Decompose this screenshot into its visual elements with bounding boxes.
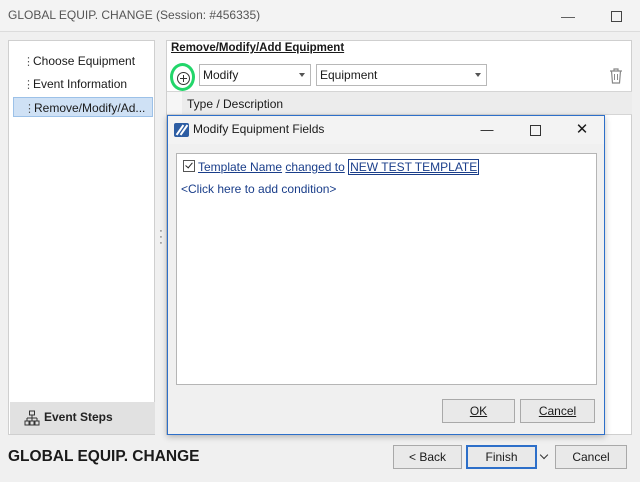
trash-icon[interactable] bbox=[609, 68, 623, 84]
condition-checkbox[interactable] bbox=[183, 160, 195, 172]
condition-operator-link[interactable]: changed to bbox=[285, 160, 344, 174]
target-dropdown-value: Equipment bbox=[320, 68, 378, 82]
grid-row-header bbox=[167, 91, 182, 115]
drag-handle-icon: ⋮ bbox=[24, 103, 35, 115]
ok-button[interactable]: OK bbox=[442, 399, 515, 423]
action-dropdown[interactable]: Modify bbox=[199, 64, 311, 86]
condition-row: Template Name changed to NEW TEST TEMPLA… bbox=[183, 159, 480, 175]
dialog-title-bar: Modify Equipment Fields — ✕ bbox=[168, 116, 604, 144]
step-label: Remove/Modify/Ad... bbox=[34, 101, 146, 115]
event-steps-footer[interactable]: Event Steps bbox=[10, 402, 155, 434]
column-header-type-description[interactable]: Type / Description bbox=[187, 97, 283, 111]
drag-handle-icon: ⋮ bbox=[23, 56, 34, 68]
cancel-button[interactable]: Cancel bbox=[555, 445, 627, 469]
ok-button-label: OK bbox=[469, 404, 488, 418]
conditions-area: Template Name changed to NEW TEST TEMPLA… bbox=[176, 153, 597, 385]
finish-options-button[interactable] bbox=[537, 445, 553, 469]
dialog-title: Modify Equipment Fields bbox=[193, 122, 325, 136]
hierarchy-icon bbox=[24, 410, 40, 426]
condition-field-link[interactable]: Template Name bbox=[198, 160, 282, 174]
drag-handle-icon: ⋮ bbox=[23, 79, 34, 91]
dialog-cancel-button[interactable]: Cancel bbox=[520, 399, 595, 423]
condition-value-link[interactable]: NEW TEST TEMPLATE bbox=[348, 159, 480, 175]
steps-panel: ⋮Choose Equipment ⋮Event Information ⋮Re… bbox=[8, 40, 155, 435]
cancel-button-label: Cancel bbox=[538, 404, 577, 418]
maximize-icon[interactable] bbox=[603, 6, 629, 26]
step-label: Event Information bbox=[33, 77, 128, 91]
chevron-down-icon bbox=[299, 73, 305, 77]
minimize-icon[interactable]: — bbox=[475, 120, 499, 140]
back-button[interactable]: < Back bbox=[393, 445, 462, 469]
modify-equipment-fields-dialog: Modify Equipment Fields — ✕ Template Nam… bbox=[167, 115, 605, 435]
target-dropdown[interactable]: Equipment bbox=[316, 64, 487, 86]
chevron-down-icon bbox=[475, 73, 481, 77]
app-logo-icon bbox=[174, 123, 189, 137]
step-label: Choose Equipment bbox=[33, 54, 136, 68]
step-choose-equipment[interactable]: ⋮Choose Equipment bbox=[13, 51, 153, 71]
add-condition-link[interactable]: <Click here to add condition> bbox=[181, 182, 336, 196]
step-event-information[interactable]: ⋮Event Information bbox=[13, 74, 153, 94]
event-steps-label: Event Steps bbox=[44, 410, 113, 424]
step-remove-modify-add[interactable]: ⋮Remove/Modify/Ad... bbox=[13, 97, 153, 117]
chevron-down-icon bbox=[539, 450, 549, 460]
maximize-icon[interactable] bbox=[523, 120, 547, 140]
wizard-title: GLOBAL EQUIP. CHANGE bbox=[8, 448, 200, 465]
section-title: Remove/Modify/Add Equipment bbox=[171, 42, 345, 54]
splitter-handle[interactable]: · · · bbox=[159, 226, 163, 249]
close-icon[interactable]: ✕ bbox=[570, 120, 594, 140]
action-dropdown-value: Modify bbox=[203, 68, 239, 82]
add-button[interactable] bbox=[170, 63, 195, 91]
finish-button[interactable]: Finish bbox=[466, 445, 537, 469]
grid-header: Type / Description bbox=[182, 91, 632, 115]
window-title: GLOBAL EQUIP. CHANGE (Session: #456335) bbox=[8, 8, 261, 22]
minimize-icon[interactable]: — bbox=[555, 6, 581, 26]
plus-circle-icon bbox=[177, 72, 190, 85]
title-bar: GLOBAL EQUIP. CHANGE (Session: #456335) … bbox=[0, 0, 640, 32]
